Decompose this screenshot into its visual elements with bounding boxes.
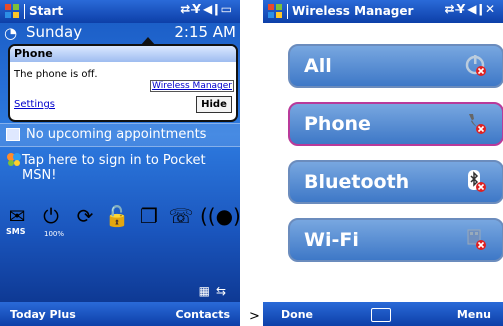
softkey-bar: Today Plus Contacts [0, 302, 240, 326]
switch-icon[interactable]: ⇆ [216, 284, 232, 298]
battery-percent: 100% [44, 230, 65, 238]
network-icon[interactable]: ▦ [199, 284, 216, 298]
sms-label: SMS [6, 227, 26, 236]
softkey-contacts[interactable]: Contacts [176, 308, 230, 321]
wireless-manager-link[interactable]: Wireless Manager [150, 80, 234, 92]
keyboard-icon[interactable] [371, 308, 391, 322]
lock-icon[interactable]: 🔓 [104, 203, 130, 229]
status-icon-row: ✉ SMS ⏻ 100% ⟳ 🔓 ❐ ☏ ((●)) [4, 203, 240, 239]
window-title: Start [29, 4, 64, 18]
wireless-icon[interactable]: ((●)) [200, 203, 240, 229]
window-title: Wireless Manager [292, 4, 414, 18]
status-icons[interactable]: ⇄Y̶◀ǀ✕ [444, 2, 497, 16]
wifi-off-icon [467, 229, 486, 250]
settings-link[interactable]: Settings [14, 99, 55, 110]
signal-off-icon[interactable]: Y̶ [457, 2, 468, 16]
transition-arrow: > [249, 309, 260, 324]
volume-icon[interactable]: ◀ǀ [203, 2, 221, 16]
all-button[interactable]: All [288, 44, 503, 88]
sync-icon[interactable]: ⟳ [72, 203, 98, 229]
power-plug-icon[interactable]: ⏻ [38, 203, 64, 229]
clock-icon: ◔ [4, 24, 18, 42]
today-screen: Start ⇄Y̶◀ǀ▭ ◔ Sunday 2:15 AM Phone The … [0, 0, 240, 326]
bluetooth-button[interactable]: Bluetooth [288, 160, 503, 204]
date-row[interactable]: ◔ Sunday 2:15 AM [0, 23, 240, 42]
windows-start-icon[interactable] [267, 3, 283, 19]
connectivity-icon[interactable]: ⇄ [180, 2, 192, 16]
calendar-icon [6, 128, 20, 141]
bottom-status-icons: ▦⇆ [199, 284, 232, 298]
wifi-button[interactable]: Wi-Fi [288, 218, 503, 262]
phone-off-icon [469, 114, 486, 134]
title-separator [287, 4, 288, 19]
bluetooth-off-icon [468, 170, 486, 192]
windows-start-icon[interactable] [4, 3, 20, 19]
sms-icon[interactable]: ✉ [4, 203, 30, 229]
popup-header: Phone [10, 46, 236, 62]
wireless-manager-screen: Wireless Manager ⇄Y̶◀ǀ✕ All Phone Blueto… [263, 0, 503, 326]
status-icons[interactable]: ⇄Y̶◀ǀ▭ [180, 2, 234, 16]
phone-label: Phone [304, 113, 371, 135]
clock-time: 2:15 AM [174, 23, 236, 41]
phone-button[interactable]: Phone [288, 102, 503, 146]
popup-message: The phone is off. [14, 69, 98, 80]
softkey-menu[interactable]: Menu [457, 308, 491, 321]
close-icon[interactable]: ✕ [485, 2, 497, 16]
notification-popup: Phone The phone is off. Wireless Manager… [8, 44, 238, 122]
bluetooth-label: Bluetooth [304, 171, 410, 193]
all-label: All [304, 55, 332, 77]
softkey-today-plus[interactable]: Today Plus [10, 308, 76, 321]
appointments-text: No upcoming appointments [26, 127, 207, 142]
msn-butterfly-icon [7, 153, 21, 166]
softkey-done[interactable]: Done [281, 308, 313, 321]
battery-icon[interactable]: ▭ [221, 2, 234, 16]
appointments-item[interactable]: No upcoming appointments [0, 123, 240, 147]
voice-icon[interactable]: ☏ [168, 203, 194, 229]
date-day: Sunday [26, 23, 83, 41]
softkey-bar: Done Menu [263, 302, 503, 326]
power-off-icon [465, 55, 486, 76]
files-icon[interactable]: ❐ [136, 203, 162, 229]
volume-icon[interactable]: ◀ǀ [467, 2, 485, 16]
msn-signin-item[interactable]: Tap here to sign in to Pocket MSN! [0, 150, 240, 190]
msn-text: Tap here to sign in to Pocket MSN! [22, 153, 206, 183]
title-separator [24, 4, 25, 19]
connectivity-icon[interactable]: ⇄ [444, 2, 456, 16]
hide-button[interactable]: Hide [196, 96, 232, 113]
signal-off-icon[interactable]: Y̶ [192, 2, 203, 16]
title-bar: Wireless Manager ⇄Y̶◀ǀ✕ [263, 0, 503, 23]
title-bar: Start ⇄Y̶◀ǀ▭ [0, 0, 240, 23]
wifi-label: Wi-Fi [304, 229, 359, 251]
popup-title: Phone [14, 47, 53, 60]
